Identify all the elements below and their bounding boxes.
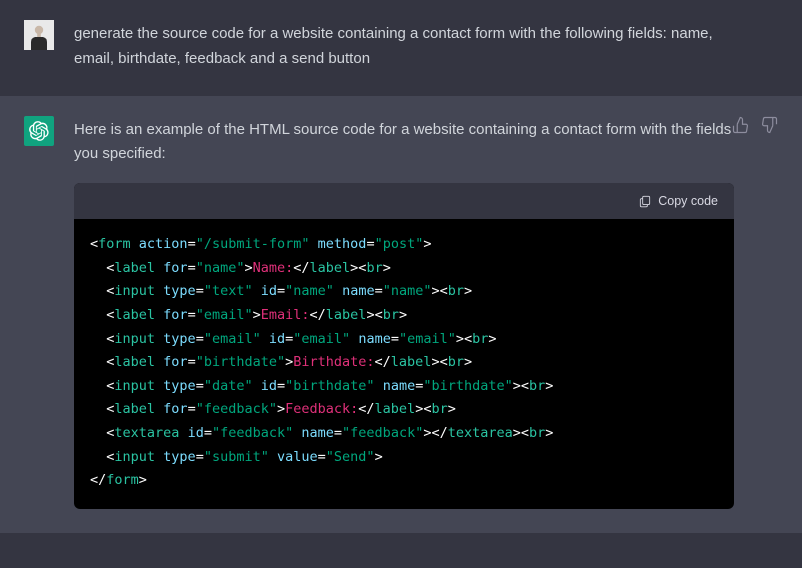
assistant-avatar	[24, 116, 54, 146]
user-avatar	[24, 20, 54, 50]
assistant-message: Here is an example of the HTML source co…	[0, 96, 802, 533]
feedback-buttons	[732, 116, 778, 134]
thumbs-up-button[interactable]	[732, 116, 750, 134]
user-message: generate the source code for a website c…	[0, 0, 802, 96]
thumbs-down-icon	[760, 116, 778, 134]
code-block-header: Copy code	[74, 183, 734, 219]
copy-code-button[interactable]: Copy code	[638, 191, 718, 212]
clipboard-icon	[638, 194, 652, 208]
code-block: Copy code <form action="/submit-form" me…	[74, 183, 734, 509]
thumbs-up-icon	[732, 116, 750, 134]
person-photo-icon	[24, 20, 54, 50]
assistant-intro-text: Here is an example of the HTML source co…	[74, 118, 734, 168]
user-message-text: generate the source code for a website c…	[74, 20, 734, 72]
code-content[interactable]: <form action="/submit-form" method="post…	[74, 219, 734, 509]
thumbs-down-button[interactable]	[760, 116, 778, 134]
openai-logo-icon	[29, 121, 49, 141]
copy-code-label: Copy code	[658, 191, 718, 212]
